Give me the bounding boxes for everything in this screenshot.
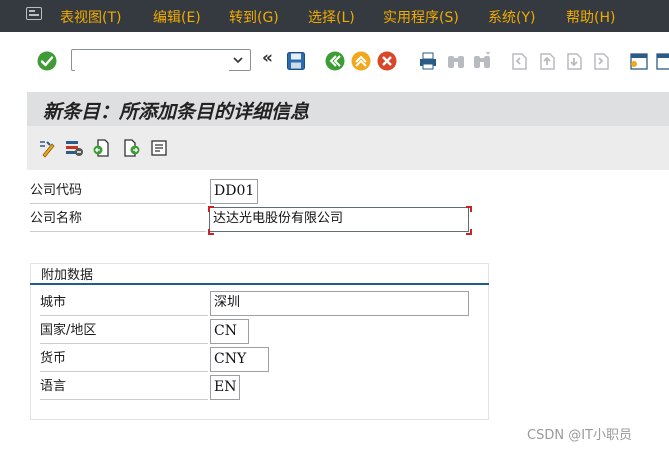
shortcut-icon[interactable] [654,50,669,72]
city-label: 城市 [40,292,208,316]
menu-table-view[interactable]: 表视图(T) [60,7,121,27]
find-icon [448,56,464,68]
previous-entry-icon[interactable] [92,138,112,158]
page-title: 新条目：所添加条目的详细信息 [43,101,310,123]
print-icon[interactable] [417,50,439,72]
menu-system[interactable]: 系统(Y) [488,7,535,27]
group-divider [30,283,489,285]
watermark: CSDN @IT小职员 [527,428,632,443]
language-label: 语言 [40,376,208,400]
group-title: 附加数据 [41,268,94,283]
list-icon[interactable] [149,138,169,158]
previous-page-icon [540,53,555,70]
last-page-icon [594,53,609,70]
exit-icon[interactable] [350,50,372,72]
screen-title-bar: 新条目：所添加条目的详细信息 [27,92,669,126]
company-code-label: 公司代码 [30,180,206,204]
menu-edit[interactable]: 编辑(E) [153,7,201,27]
create-session-icon[interactable] [628,50,650,72]
first-page-icon [512,53,527,70]
find-next-icon [474,52,490,68]
next-page-icon [567,53,582,70]
command-field[interactable] [71,49,251,71]
country-field[interactable]: CN [210,319,249,344]
delete-row-icon[interactable] [64,138,84,158]
currency-label: 货币 [40,348,208,372]
cancel-icon[interactable] [376,50,398,72]
focus-corner [208,206,214,212]
menu-help[interactable]: 帮助(H) [566,7,615,27]
language-field[interactable]: EN [210,375,240,400]
back-icon[interactable] [324,50,346,72]
save-icon[interactable] [285,50,307,72]
menu-bar: 表视图(T) 编辑(E) 转到(G) 选择(L) 实用程序(S) 系统(Y) 帮… [0,0,669,32]
chevron-down-icon[interactable] [232,54,244,66]
company-code-field[interactable]: DD01 [210,179,258,204]
currency-field[interactable]: CNY [210,347,269,372]
focus-corner [466,229,472,235]
enter-check-icon[interactable] [36,50,58,72]
country-label: 国家/地区 [40,320,208,344]
company-name-field[interactable]: 达达光电股份有限公司 [209,207,469,232]
menu-goto[interactable]: 转到(G) [229,7,279,27]
toolbar-collapse-icon[interactable]: « [262,48,273,68]
display-change-icon[interactable] [37,138,57,158]
next-entry-icon[interactable] [121,138,141,158]
company-name-label: 公司名称 [30,208,206,232]
focus-corner [208,229,214,235]
menu-utilities[interactable]: 实用程序(S) [383,7,459,27]
system-menu-icon[interactable] [26,7,42,20]
command-input[interactable] [75,51,229,71]
menu-selection[interactable]: 选择(L) [308,7,355,27]
city-field[interactable]: 深圳 [210,291,469,316]
focus-corner [466,206,472,212]
